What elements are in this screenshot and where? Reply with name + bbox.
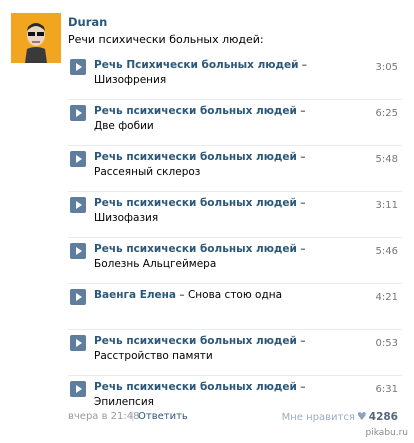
track-title: Речь психически больных людей – Эпилепси… bbox=[94, 380, 324, 410]
track-duration: 6:25 bbox=[375, 108, 398, 119]
like-label: Мне нравится bbox=[281, 412, 355, 423]
play-icon[interactable] bbox=[70, 105, 86, 121]
track-title: Речь Психически больных людей – Шизофрен… bbox=[94, 58, 324, 88]
track-duration: 3:11 bbox=[375, 200, 398, 211]
track-artist[interactable]: Речь психически больных людей bbox=[94, 105, 297, 117]
post-timestamp[interactable]: вчера в 21:48 bbox=[68, 411, 140, 422]
play-icon[interactable] bbox=[70, 59, 86, 75]
play-icon[interactable] bbox=[70, 197, 86, 213]
track-artist[interactable]: Речь психически больных людей bbox=[94, 335, 297, 347]
track-duration: 0:53 bbox=[375, 338, 398, 349]
author-name[interactable]: Duran bbox=[68, 15, 107, 29]
audio-track: Речь психически больных людей – Две фоби… bbox=[68, 100, 402, 146]
wall-post: Duran Речи психически больных людей: Реч… bbox=[0, 0, 414, 443]
reply-link[interactable]: Ответить bbox=[138, 411, 188, 422]
play-icon[interactable] bbox=[70, 151, 86, 167]
audio-track: Речь Психически больных людей – Шизофрен… bbox=[68, 54, 402, 100]
play-icon[interactable] bbox=[70, 243, 86, 259]
avatar-portrait-icon bbox=[11, 13, 61, 63]
track-duration: 6:31 bbox=[375, 384, 398, 395]
play-icon[interactable] bbox=[70, 335, 86, 351]
post-footer: вчера в 21:48 | Ответить Мне нравится ♥ 42… bbox=[68, 410, 402, 427]
track-artist[interactable]: Ваенга Елена bbox=[94, 289, 176, 301]
track-title: Речь психически больных людей – Шизофази… bbox=[94, 196, 324, 226]
avatar[interactable] bbox=[11, 13, 61, 63]
track-duration: 3:05 bbox=[375, 62, 398, 73]
track-duration: 5:48 bbox=[375, 154, 398, 165]
like-count: 4286 bbox=[368, 411, 398, 423]
track-artist[interactable]: Речь психически больных людей bbox=[94, 243, 297, 255]
play-icon[interactable] bbox=[70, 289, 86, 305]
track-title: Речь психически больных людей – Расстрой… bbox=[94, 334, 324, 364]
track-duration: 4:21 bbox=[375, 292, 398, 303]
audio-track: Речь психически больных людей – Болезнь … bbox=[68, 238, 402, 284]
track-artist[interactable]: Речь психически больных людей bbox=[94, 381, 297, 393]
track-artist[interactable]: Речь Психически больных людей bbox=[94, 59, 298, 71]
audio-track: Речь психически больных людей – Рассеяны… bbox=[68, 146, 402, 192]
track-title: Речь психически больных людей – Болезнь … bbox=[94, 242, 324, 272]
track-duration: 5:46 bbox=[375, 246, 398, 257]
track-title: Речь психически больных людей – Рассеяны… bbox=[94, 150, 324, 180]
audio-list: Речь Психически больных людей – Шизофрен… bbox=[68, 54, 402, 422]
heart-icon: ♥ bbox=[356, 410, 367, 423]
audio-track: Ваенга Елена – Снова стою одна 4:21 bbox=[68, 284, 402, 330]
footer-separator: | bbox=[131, 411, 135, 422]
post-text: Речи психически больных людей: bbox=[68, 33, 264, 46]
audio-track: Речь психически больных людей – Шизофази… bbox=[68, 192, 402, 238]
watermark: pikabu.ru bbox=[365, 428, 408, 438]
track-title: Ваенга Елена – Снова стою одна bbox=[94, 288, 324, 303]
audio-track: Речь психически больных людей – Расстрой… bbox=[68, 330, 402, 376]
track-artist[interactable]: Речь психически больных людей bbox=[94, 197, 297, 209]
track-name: – Снова стою одна bbox=[179, 289, 283, 301]
play-icon[interactable] bbox=[70, 381, 86, 397]
like-button[interactable]: Мне нравится ♥ 4286 bbox=[282, 410, 398, 423]
track-title: Речь психически больных людей – Две фоби… bbox=[94, 104, 324, 134]
track-artist[interactable]: Речь психически больных людей bbox=[94, 151, 297, 163]
